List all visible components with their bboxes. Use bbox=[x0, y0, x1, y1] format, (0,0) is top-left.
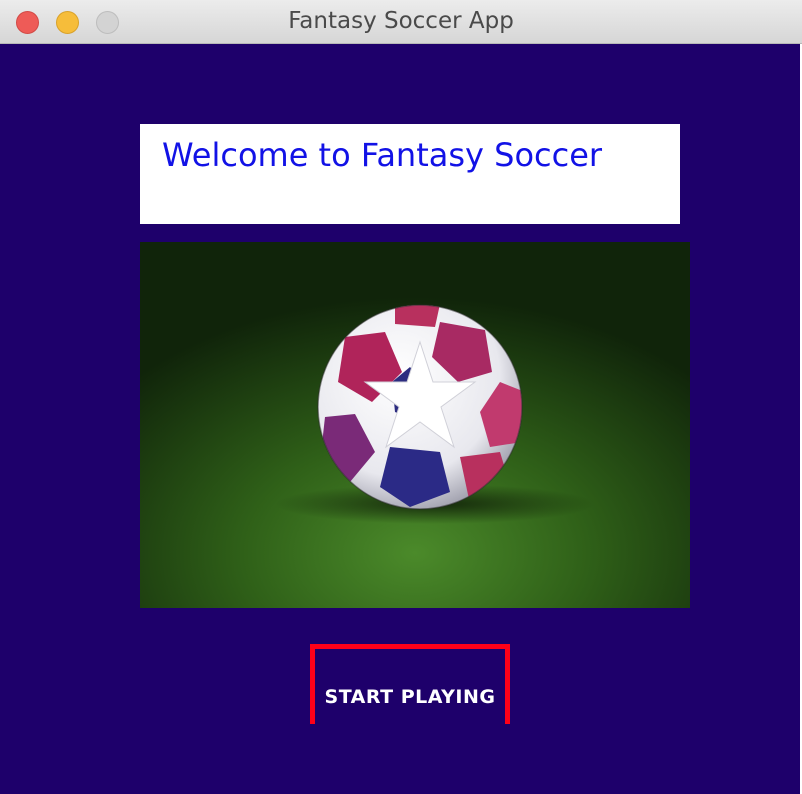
soccer-ball-icon bbox=[140, 242, 690, 608]
soccer-ball-image bbox=[140, 242, 690, 608]
start-playing-label: START PLAYING bbox=[324, 686, 496, 708]
start-playing-button[interactable]: START PLAYING bbox=[310, 644, 510, 724]
app-window: Fantasy Soccer App Welcome to Fantasy So… bbox=[0, 0, 802, 794]
welcome-banner: Welcome to Fantasy Soccer bbox=[140, 124, 680, 224]
welcome-heading: Welcome to Fantasy Soccer bbox=[162, 136, 603, 174]
main-panel: Welcome to Fantasy Soccer START PLAYING bbox=[0, 44, 800, 794]
title-bar[interactable]: Fantasy Soccer App bbox=[0, 0, 802, 44]
window-title: Fantasy Soccer App bbox=[288, 8, 514, 34]
